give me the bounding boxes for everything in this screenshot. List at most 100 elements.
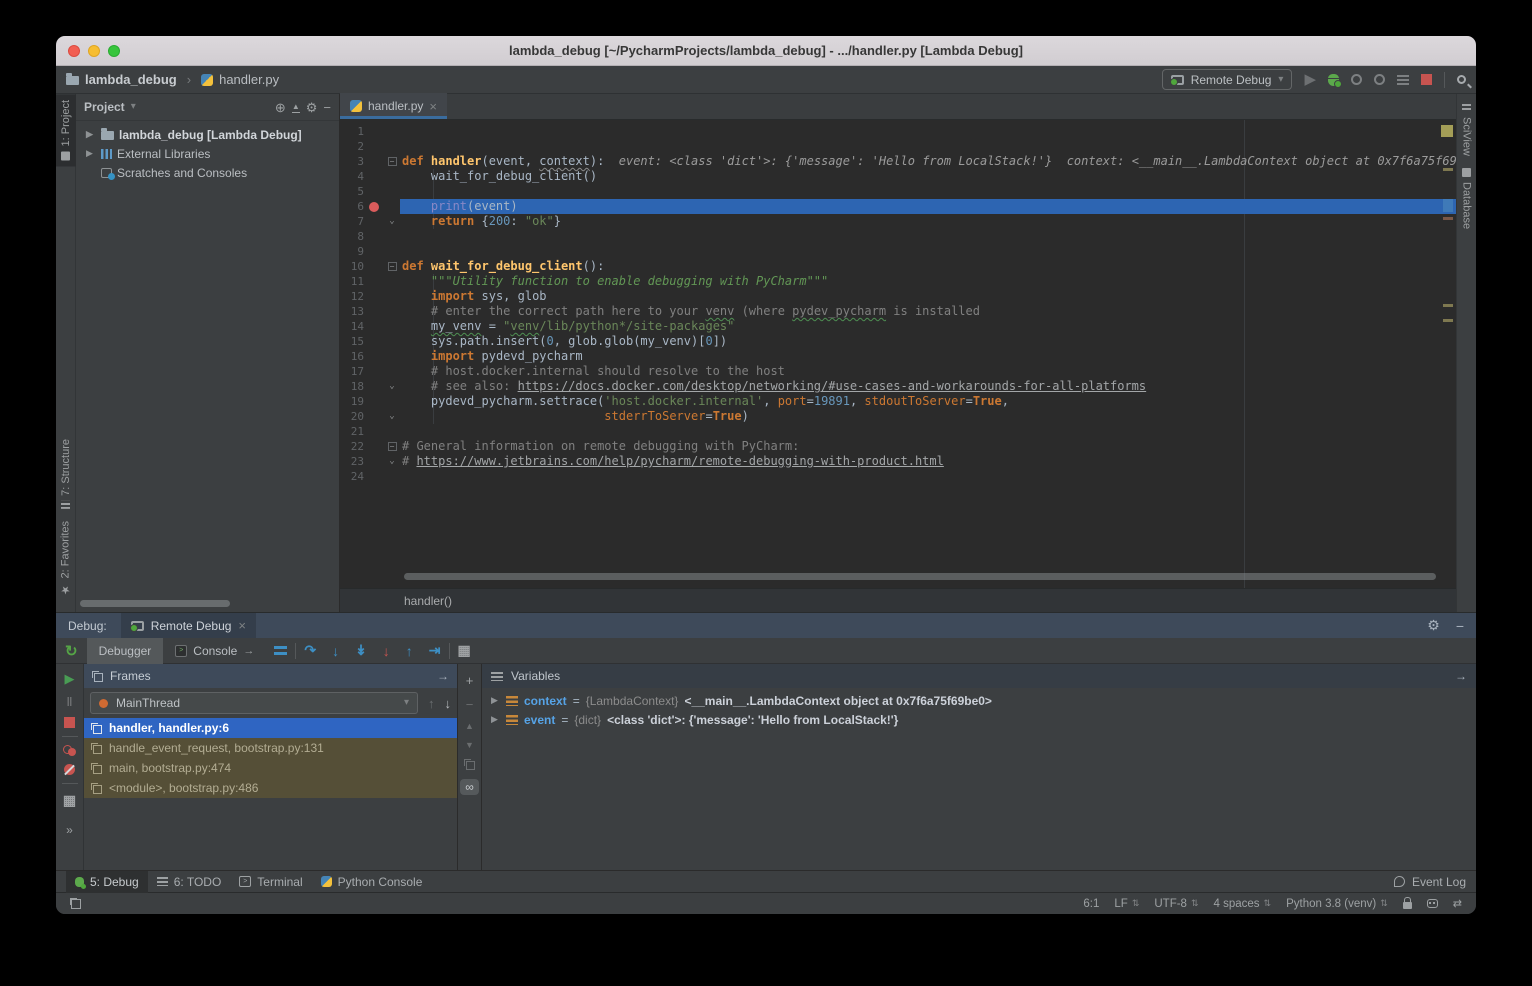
indent-select[interactable]: 4 spaces⇅ xyxy=(1214,898,1272,910)
search-everywhere-button[interactable] xyxy=(1457,75,1466,84)
tree-item[interactable]: ▶External Libraries xyxy=(76,144,339,163)
frame-row[interactable]: main, bootstrap.py:474 xyxy=(84,758,457,778)
tool-window-toggle-icon[interactable] xyxy=(70,898,81,909)
add-watch-button[interactable]: + xyxy=(466,673,474,688)
frame-row[interactable]: handler, handler.py:6 xyxy=(84,718,457,738)
run-to-cursor-button[interactable]: ⇥ xyxy=(421,642,449,659)
debug-session-tab[interactable]: Remote Debug × xyxy=(121,613,256,638)
inspection-status-icon[interactable] xyxy=(1441,125,1453,137)
evaluate-expression-button[interactable]: ▦ xyxy=(450,642,479,659)
gutter[interactable]: 2 xyxy=(340,139,400,154)
tree-item[interactable]: ▶lambda_debug [Lambda Debug] xyxy=(76,125,339,144)
sidebar-item-project[interactable]: 1: Project xyxy=(56,94,76,166)
toolwindow-todo[interactable]: 6: TODO xyxy=(148,871,231,893)
gutter[interactable]: 7⌄ xyxy=(340,214,400,229)
run-configuration-select[interactable]: Remote Debug ▾ xyxy=(1162,69,1293,90)
tab-console[interactable]: > Console → xyxy=(163,638,266,664)
sidebar-item-database[interactable]: Database xyxy=(1461,162,1473,235)
fold-end-icon[interactable]: ⌄ xyxy=(389,379,394,394)
collapse-all-button[interactable]: ▲ xyxy=(292,102,300,113)
hide-project-panel-button[interactable]: − xyxy=(323,101,331,114)
toolwindow-terminal[interactable]: > Terminal xyxy=(230,871,311,893)
variable-row[interactable]: ▶context={LambdaContext}<__main__.Lambda… xyxy=(482,691,1476,710)
variable-row[interactable]: ▶event={dict}<class 'dict'>: {'message':… xyxy=(482,710,1476,729)
project-hscrollbar[interactable] xyxy=(80,600,230,607)
gutter[interactable]: 20⌄ xyxy=(340,409,400,424)
stop-button[interactable] xyxy=(1421,74,1432,85)
gutter[interactable]: 16 xyxy=(340,349,400,364)
view-breakpoints-button[interactable] xyxy=(63,745,77,756)
profile-button[interactable] xyxy=(1351,74,1362,85)
gutter[interactable]: 17 xyxy=(340,364,400,379)
gutter[interactable]: 8 xyxy=(340,229,400,244)
breadcrumb-project[interactable]: lambda_debug xyxy=(85,72,177,87)
fold-end-icon[interactable]: ⌄ xyxy=(389,454,394,469)
locate-file-button[interactable]: ⊕ xyxy=(275,101,286,114)
expand-arrow-icon[interactable]: ▶ xyxy=(86,148,96,159)
restore-layout-button[interactable]: ▦ xyxy=(63,792,76,809)
gutter[interactable]: 19 xyxy=(340,394,400,409)
console-pin-icon[interactable]: → xyxy=(243,645,254,657)
breadcrumb-file[interactable]: handler.py xyxy=(219,72,279,87)
sidebar-item-favorites[interactable]: ★ 2: Favorites xyxy=(59,515,72,602)
breadcrumb[interactable]: lambda_debug › handler.py xyxy=(66,72,279,87)
move-watch-up-button[interactable]: ▲ xyxy=(465,721,474,731)
variables-menu-icon[interactable] xyxy=(491,672,503,681)
event-log-button[interactable]: Event Log xyxy=(1394,875,1466,889)
close-tab-icon[interactable]: × xyxy=(429,99,437,114)
close-session-icon[interactable]: × xyxy=(238,618,246,633)
concurrency-diagram-button[interactable] xyxy=(1397,75,1409,85)
gutter[interactable]: 12 xyxy=(340,289,400,304)
gutter[interactable]: 24 xyxy=(340,469,400,484)
gutter[interactable]: 18⌄ xyxy=(340,379,400,394)
gutter[interactable]: 4 xyxy=(340,169,400,184)
force-step-into-button[interactable]: ↡ xyxy=(347,642,375,659)
expand-arrow-icon[interactable]: ▶ xyxy=(491,714,500,725)
gutter[interactable]: 6 xyxy=(340,199,400,214)
fold-marker-icon[interactable]: − xyxy=(388,157,397,166)
show-execution-point-button[interactable] xyxy=(274,646,287,656)
move-watch-down-button[interactable]: ▼ xyxy=(465,740,474,750)
step-over-button[interactable]: ↷ xyxy=(296,642,324,659)
thread-select[interactable]: MainThread ▾ xyxy=(90,692,418,714)
step-into-button[interactable]: ↓ xyxy=(324,643,347,659)
expand-arrow-icon[interactable]: ▶ xyxy=(491,695,500,706)
gutter[interactable]: 22− xyxy=(340,439,400,454)
step-into-my-code-button[interactable]: ↓ xyxy=(375,643,398,659)
fold-end-icon[interactable]: ⌄ xyxy=(389,214,394,229)
remove-watch-button[interactable]: − xyxy=(466,697,474,712)
editor-tab-handler[interactable]: handler.py × xyxy=(340,93,447,119)
gutter[interactable]: 10− xyxy=(340,259,400,274)
expand-arrow-icon[interactable]: ▶ xyxy=(86,129,96,140)
more-actions-button[interactable]: » xyxy=(66,823,73,837)
rerun-button[interactable]: ↻ xyxy=(56,642,87,660)
sidebar-item-sciview[interactable]: SciView xyxy=(1461,98,1473,162)
hide-debug-window-button[interactable]: − xyxy=(1456,618,1464,634)
update-icon[interactable]: ⇄ xyxy=(1453,897,1462,910)
step-out-button[interactable]: ↑ xyxy=(398,643,421,659)
run-button[interactable]: ▶ xyxy=(1304,72,1316,87)
duplicate-watch-button[interactable] xyxy=(464,759,475,770)
debug-settings-button[interactable]: ⚙ xyxy=(1427,617,1440,634)
breakpoint-icon[interactable] xyxy=(369,202,379,212)
lock-icon[interactable] xyxy=(1403,902,1412,909)
debug-button[interactable] xyxy=(1328,74,1339,86)
previous-frame-button[interactable]: ↑ xyxy=(428,696,435,711)
gutter[interactable]: 1 xyxy=(340,124,400,139)
frame-row[interactable]: <module>, bootstrap.py:486 xyxy=(84,778,457,798)
frame-row[interactable]: handle_event_request, bootstrap.py:131 xyxy=(84,738,457,758)
code-editor[interactable]: 123−def handler(event, context): event: … xyxy=(340,120,1456,588)
pause-button[interactable]: ‖ xyxy=(67,695,73,709)
tree-item[interactable]: Scratches and Consoles xyxy=(76,163,339,182)
line-separator-select[interactable]: LF⇅ xyxy=(1114,898,1139,910)
resume-button[interactable]: ▶ xyxy=(65,671,75,687)
reader-mode-icon[interactable] xyxy=(1427,899,1438,908)
gutter[interactable]: 9 xyxy=(340,244,400,259)
fold-marker-icon[interactable]: − xyxy=(388,262,397,271)
gutter[interactable]: 23⌄ xyxy=(340,454,400,469)
hide-frames-icon[interactable]: → xyxy=(437,669,449,683)
tab-debugger[interactable]: Debugger xyxy=(87,638,164,664)
sidebar-item-structure[interactable]: 7: Structure xyxy=(60,433,72,515)
stop-debug-button[interactable] xyxy=(64,717,75,728)
show-return-values-button[interactable]: ∞ xyxy=(460,779,479,795)
